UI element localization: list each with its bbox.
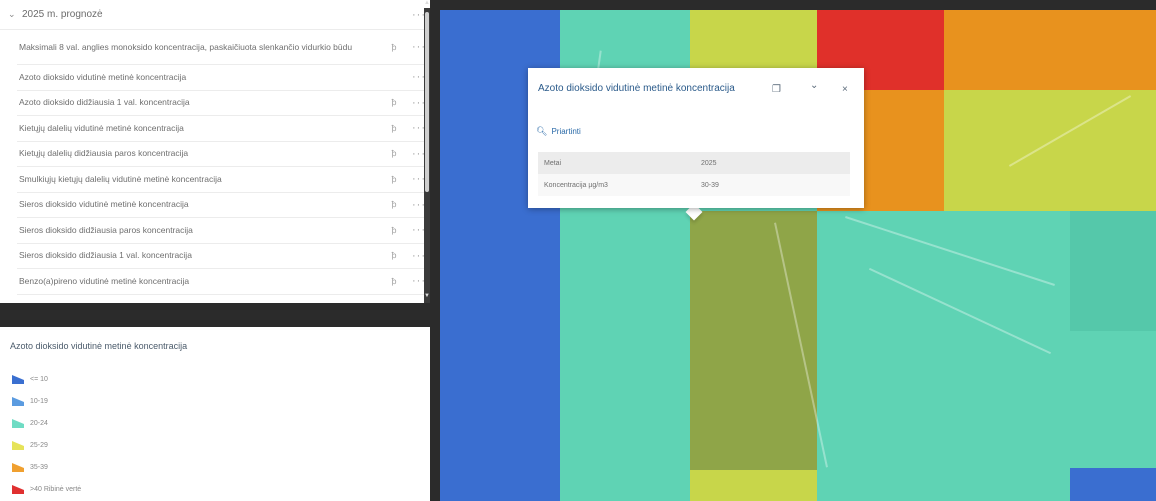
layer-item[interactable]: Azoto dioksido vidutinė metinė koncentra… (17, 65, 430, 91)
legend-item: 35-39 (12, 463, 48, 472)
legend-label: 20-24 (30, 420, 48, 427)
legend-item: 10-19 (12, 397, 48, 406)
layer-item-label: Sieros dioksido vidutinė metinė koncentr… (19, 199, 189, 210)
legend-label: <= 10 (30, 376, 48, 383)
zoom-to-label: Priartinti (551, 127, 581, 136)
popup-attribute-table: Metai 2025 Koncentracija µg/m3 30-39 (538, 152, 850, 196)
dock-icon[interactable]: ❐ (772, 84, 781, 95)
visibility-icon[interactable]: ꝥ (386, 124, 402, 133)
visibility-icon[interactable]: ꝥ (386, 277, 402, 286)
legend-swatch (12, 419, 24, 428)
attribute-value: 2025 (695, 152, 850, 174)
layer-item[interactable]: Benzo(a)pireno vidutinė metinė koncentra… (17, 269, 430, 295)
visibility-icon[interactable]: ꝥ (386, 149, 402, 158)
legend-item: <= 10 (12, 375, 48, 384)
visibility-icon[interactable]: ꝥ (386, 175, 402, 184)
legend-swatch (12, 375, 24, 384)
map-cell-blue-bottom-right (1070, 468, 1156, 501)
legend-title: Azoto dioksido vidutinė metinė koncentra… (10, 341, 188, 351)
legend-label: 35-39 (30, 464, 48, 471)
layer-item-label: Sieros dioksido didžiausia 1 val. koncen… (19, 250, 192, 261)
collapse-icon[interactable]: ⌄ (810, 80, 818, 91)
map-frame-left (430, 0, 440, 501)
map-cell-yellow-right (944, 90, 1156, 211)
popup-title: Azoto dioksido vidutinė metinė koncentra… (538, 83, 735, 94)
map-cell-orange-top-right (944, 10, 1156, 90)
legend-label: 10-19 (30, 398, 48, 405)
layer-item[interactable]: Azoto dioksido didžiausia 1 val. koncent… (17, 91, 430, 116)
map-cell-teal-mid (560, 211, 690, 501)
layer-list-panel: ⌄ 2025 m. prognozė ··· Maksimali 8 val. … (0, 0, 430, 303)
zoom-to-button[interactable]: 🔍︎ Priartinti (536, 126, 581, 137)
map-frame-top (440, 0, 1156, 10)
legend-swatch (12, 485, 24, 494)
legend-swatch (12, 463, 24, 472)
attribute-key: Koncentracija µg/m3 (538, 174, 695, 196)
layer-item[interactable]: Sieros dioksido vidutinė metinė koncentr… (17, 193, 430, 218)
layer-item-label: Kietųjų dalelių vidutinė metinė koncentr… (19, 122, 184, 133)
map-cell-yellow-bottom (690, 470, 817, 501)
layer-item-label: Azoto dioksido didžiausia 1 val. koncent… (19, 97, 190, 108)
layer-item-label: Sieros dioksido didžiausia paros koncent… (19, 224, 193, 235)
table-row: Koncentracija µg/m3 30-39 (538, 174, 850, 196)
layer-item-label: Maksimali 8 val. anglies monoksido konce… (19, 41, 353, 52)
visibility-icon[interactable]: ꝥ (386, 98, 402, 107)
feature-popup: Azoto dioksido vidutinė metinė koncentra… (528, 68, 864, 208)
legend-item: 25-29 (12, 441, 48, 450)
legend-item: 20-24 (12, 419, 48, 428)
legend-panel: Azoto dioksido vidutinė metinė koncentra… (0, 327, 430, 501)
layer-item[interactable]: Kietųjų dalelių vidutinė metinė koncentr… (17, 116, 430, 142)
layer-item-label: Benzo(a)pireno vidutinė metinė koncentra… (19, 275, 190, 286)
legend-item: >40 Ribinė vertė (12, 485, 81, 494)
visibility-icon[interactable]: ꝥ (386, 226, 402, 235)
layer-group-title: 2025 m. prognozė (22, 9, 103, 20)
legend-swatch (12, 441, 24, 450)
close-icon[interactable]: × (842, 84, 848, 95)
panel-divider (0, 303, 430, 327)
layer-group-header[interactable]: ⌄ 2025 m. prognozė ··· (0, 0, 430, 30)
legend-label: 25-29 (30, 442, 48, 449)
scrollbar-thumb[interactable] (425, 12, 429, 192)
legend-label: >40 Ribinė vertė (30, 486, 82, 493)
map-cell-selected[interactable] (690, 211, 817, 470)
layer-item[interactable]: Sieros dioksido didžiausia paros koncent… (17, 218, 430, 244)
magnifier-icon: 🔍︎ (536, 126, 548, 136)
layer-item[interactable]: Kietųjų dalelių didžiausia paros koncent… (17, 142, 430, 167)
layer-item[interactable]: Smulkiųjų kietųjų dalelių vidutinė metin… (17, 167, 430, 193)
visibility-icon[interactable]: ꝥ (386, 251, 402, 260)
visibility-icon[interactable]: ꝥ (386, 200, 402, 209)
legend-swatch (12, 397, 24, 406)
layer-item-label: Kietųjų dalelių didžiausia paros koncent… (19, 148, 189, 159)
layer-item[interactable]: Sieros dioksido didžiausia 1 val. koncen… (17, 244, 430, 269)
table-row: Metai 2025 (538, 152, 850, 174)
layer-item-label: Azoto dioksido vidutinė metinė koncentra… (19, 71, 187, 82)
attribute-key: Metai (538, 152, 695, 174)
layer-item-label: Smulkiųjų kietųjų dalelių vidutinė metin… (19, 173, 222, 184)
chevron-down-icon[interactable]: ⌄ (8, 9, 22, 20)
attribute-value: 30-39 (695, 174, 850, 196)
visibility-icon[interactable]: ꝥ (386, 43, 402, 52)
layer-item[interactable]: Maksimali 8 val. anglies monoksido konce… (17, 30, 430, 65)
map-cell-teal-far-right (1070, 211, 1156, 331)
